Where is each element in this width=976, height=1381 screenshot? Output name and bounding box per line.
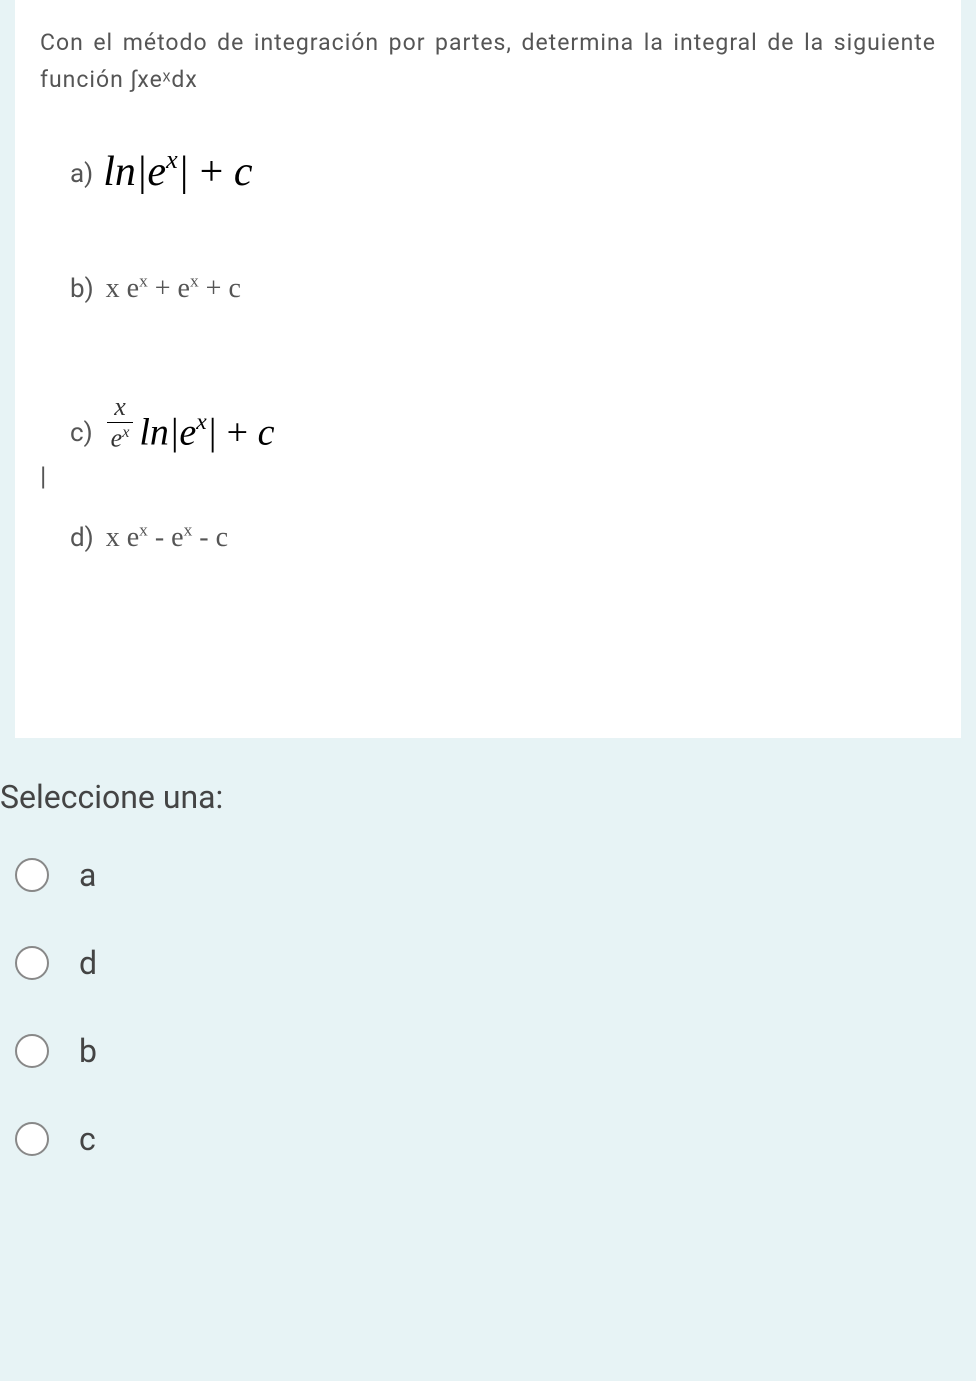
radio-icon — [15, 1122, 49, 1156]
text-cursor: | — [40, 462, 936, 492]
answer-section: Seleccione una: a d b c — [0, 738, 976, 1158]
option-c-fraction: x ex — [107, 394, 134, 452]
radio-option-c[interactable]: c — [15, 1120, 976, 1158]
option-b-label: b) — [70, 274, 94, 304]
radio-option-d[interactable]: d — [15, 944, 976, 982]
option-a: a) ln|ex| + c — [70, 149, 936, 193]
option-c-expression: ln|ex| + c — [139, 413, 274, 452]
question-box: Con el método de integración por partes,… — [15, 0, 961, 738]
option-d-label: d) — [70, 523, 94, 553]
radio-option-a[interactable]: a — [15, 856, 976, 894]
radio-label-b: b — [79, 1032, 97, 1070]
option-d-expression: x ex - ex - c — [106, 522, 228, 553]
radio-label-d: d — [79, 944, 97, 982]
question-prompt: Con el método de integración por partes,… — [40, 25, 936, 99]
option-c-label: c) — [70, 418, 93, 448]
radio-label-a: a — [79, 856, 96, 894]
radio-option-b[interactable]: b — [15, 1032, 976, 1070]
radio-icon — [15, 946, 49, 980]
option-d: d) x ex - ex - c — [70, 522, 936, 553]
radio-icon — [15, 1034, 49, 1068]
option-c: c) x ex ln|ex| + c — [70, 394, 936, 452]
option-b: b) x ex + ex + c — [70, 273, 936, 304]
radio-label-c: c — [79, 1120, 96, 1158]
select-prompt: Seleccione una: — [0, 778, 976, 816]
option-b-expression: x ex + ex + c — [106, 273, 241, 304]
option-a-label: a) — [70, 159, 93, 189]
radio-icon — [15, 858, 49, 892]
option-a-expression: ln|ex| + c — [103, 149, 252, 193]
